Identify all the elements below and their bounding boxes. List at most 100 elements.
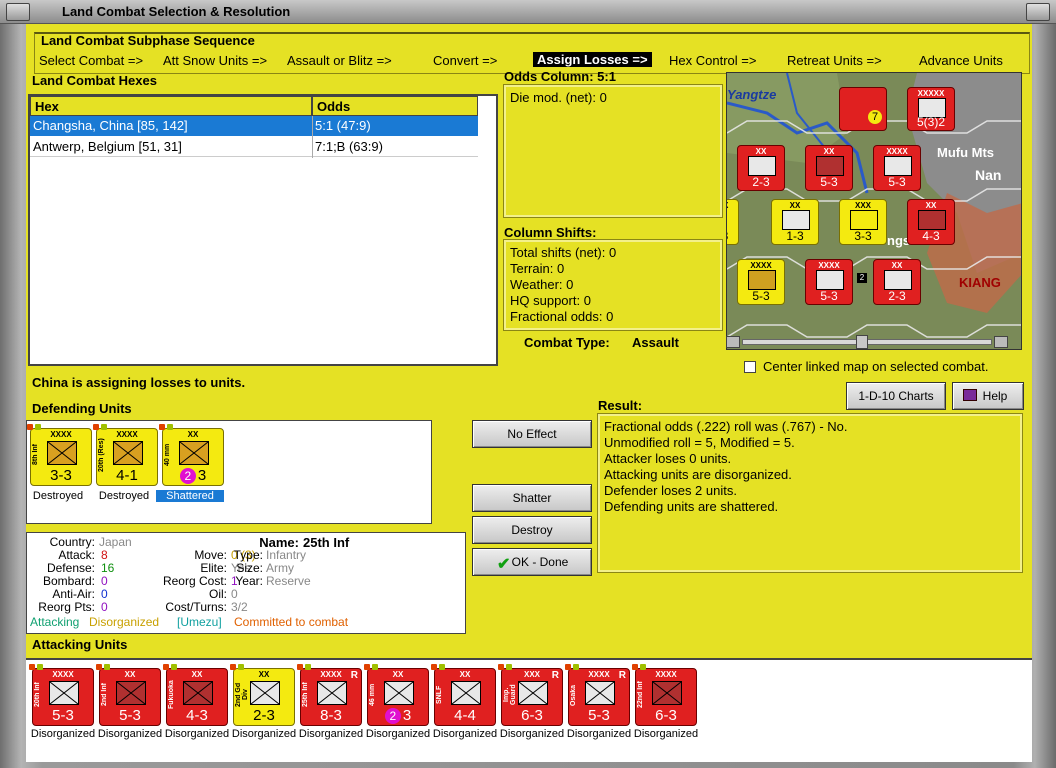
unit-value: 4-3 [167, 707, 227, 724]
scroll-right-arrow-icon[interactable] [994, 336, 1008, 348]
unit-status: Disorganized [566, 728, 632, 740]
mountain-symbol-icon [884, 270, 912, 290]
defending-unit[interactable]: XX 40 mm 2 3 [159, 424, 224, 486]
move-label: Move: [194, 548, 227, 562]
defending-unit[interactable]: XXXX 8th Inf 3-3 [27, 424, 92, 486]
destroy-button[interactable]: Destroy [472, 516, 592, 544]
unit-status: Disorganized [365, 728, 431, 740]
map-counter[interactable]: XX 2-3 [873, 259, 921, 305]
attacking-unit[interactable]: XX 2nd Gd Div 2-3 [230, 664, 295, 726]
checkmark-icon: ✔ [497, 556, 511, 573]
unit-value: 5-3 [33, 707, 93, 724]
unit-strength: 5-3 [119, 707, 141, 724]
reorg-cost-label: Reorg Cost: [162, 574, 227, 588]
unit-value: 6-3 [636, 707, 696, 724]
no-effect-button[interactable]: No Effect [472, 420, 592, 448]
hexes-table: Hex Odds Changsha, China [85, 142] 5:1 (… [28, 94, 498, 366]
unit-status: Disorganized [97, 728, 163, 740]
infantry-symbol-icon [47, 441, 77, 465]
unit-status: Disorganized [432, 728, 498, 740]
attacking-unit[interactable]: XX SNLF 4-4 [431, 664, 496, 726]
close-button[interactable] [1026, 3, 1050, 21]
unit-badge: 2 [179, 468, 196, 484]
combat-type-label: Combat Type: [524, 335, 610, 350]
table-row[interactable]: Changsha, China [85, 142] 5:1 (47:9) [30, 116, 478, 136]
attacking-unit[interactable]: XXXX 20th Inf 5-3 [29, 664, 94, 726]
unit-value: 2-3 [234, 707, 294, 724]
status-pip [238, 664, 244, 670]
column-shifts-box: Total shifts (net): 0 Terrain: 0 Weather… [503, 239, 723, 331]
scroll-left-arrow-icon[interactable] [726, 336, 740, 348]
map-counter[interactable]: XXXXX 5(3)2 [907, 87, 955, 131]
inf-symbol-icon [116, 681, 146, 705]
title-bar[interactable]: Land Combat Selection & Resolution [0, 0, 1056, 24]
status-pip [439, 664, 445, 670]
status-pip [230, 664, 236, 670]
column-divider [312, 116, 313, 158]
infantry-symbol-icon [850, 210, 878, 230]
unit-value: 4-4 [435, 707, 495, 724]
mech-symbol-icon [816, 270, 844, 290]
status-pip [506, 664, 512, 670]
help-button[interactable]: Help [952, 382, 1024, 410]
reorg-pts-label: Reorg Pts: [38, 600, 95, 614]
map-counter[interactable]: XXX 3-3 [839, 199, 887, 245]
map-counter[interactable]: XXXX 5-3 [737, 259, 785, 305]
year-value: Reserve [266, 574, 311, 588]
reserve-marker: R [618, 670, 626, 681]
unit-size: XX [187, 430, 199, 439]
status-hq: [Umezu] [177, 615, 222, 629]
shatter-button[interactable]: Shatter [472, 484, 592, 512]
system-menu-button[interactable] [6, 3, 30, 21]
charts-button[interactable]: 1-D-10 Charts [846, 382, 946, 410]
col-odds-header[interactable]: Odds [312, 96, 478, 116]
attacking-unit[interactable]: XX 46 mm 2 3 [364, 664, 429, 726]
defending-unit[interactable]: XXXX 20th (Res) 4-1 [93, 424, 158, 486]
scroll-thumb[interactable] [856, 335, 868, 349]
attacking-unit[interactable]: XXXX Osaka R 5-3 [565, 664, 630, 726]
unit-status: Destroyed [98, 490, 150, 502]
window-title: Land Combat Selection & Resolution [62, 4, 291, 19]
ok-done-button[interactable]: ✔ OK - Done [472, 548, 592, 576]
column-shifts-title: Column Shifts: [504, 225, 597, 240]
map-counter[interactable]: XX 5-3 [805, 145, 853, 191]
attacking-unit[interactable]: XX 2nd Inf 5-3 [96, 664, 161, 726]
attacking-unit[interactable]: XX Fukuoka 4-3 [163, 664, 228, 726]
status-pip [498, 664, 504, 670]
map-counter[interactable]: XX 2-3 [737, 145, 785, 191]
center-map-checkbox[interactable] [744, 361, 756, 373]
subphase-title: Land Combat Subphase Sequence [41, 33, 255, 48]
map-label-nan: Nan [975, 167, 1002, 183]
map-counter[interactable]: XXXX 5-3 [805, 259, 853, 305]
inf-symbol-icon [317, 681, 347, 705]
unit-strength: 3 [197, 467, 207, 484]
linked-map[interactable]: Yangtze Mufu Mts Nan KIANG ngs ung 7 XXX… [726, 72, 1022, 350]
col-hex-header[interactable]: Hex [30, 96, 312, 116]
infantry-symbol-icon [748, 270, 776, 290]
marine-symbol-icon [518, 681, 548, 705]
status-pip [632, 664, 638, 670]
attack-label: Attack: [58, 548, 95, 562]
status-disorganized: Disorganized [89, 615, 160, 629]
attacking-unit[interactable]: XXXX 22nd Inf 6-3 [632, 664, 697, 726]
map-counter[interactable]: XX-3 [727, 199, 739, 245]
map-counter[interactable]: 7 [839, 87, 887, 131]
map-scrollbar[interactable] [726, 334, 1022, 350]
attacking-unit[interactable]: XXXX 25th Inf R 8-3 [297, 664, 362, 726]
status-pip [171, 664, 177, 670]
map-counter[interactable]: XXXX 5-3 [873, 145, 921, 191]
status-pip [573, 664, 579, 670]
table-row[interactable]: Antwerp, Belgium [51, 31] 7:1;B (63:9) [30, 137, 478, 157]
status-committed: Committed to combat [234, 615, 349, 629]
ok-done-label: OK - Done [511, 555, 569, 569]
unit-strength: 8-3 [320, 707, 342, 724]
result-line: Defender loses 2 units. [604, 483, 737, 498]
unit-status: Destroyed [32, 490, 84, 502]
shift-total: Total shifts (net): 0 [510, 245, 617, 260]
map-counter[interactable]: XX 1-3 [771, 199, 819, 245]
help-label: Help [982, 389, 1008, 403]
attacking-unit[interactable]: XXX Imp. Guard R 6-3 [498, 664, 563, 726]
result-title: Result: [598, 398, 643, 413]
antiair-value: 0 [101, 587, 108, 601]
map-counter[interactable]: XX 4-3 [907, 199, 955, 245]
